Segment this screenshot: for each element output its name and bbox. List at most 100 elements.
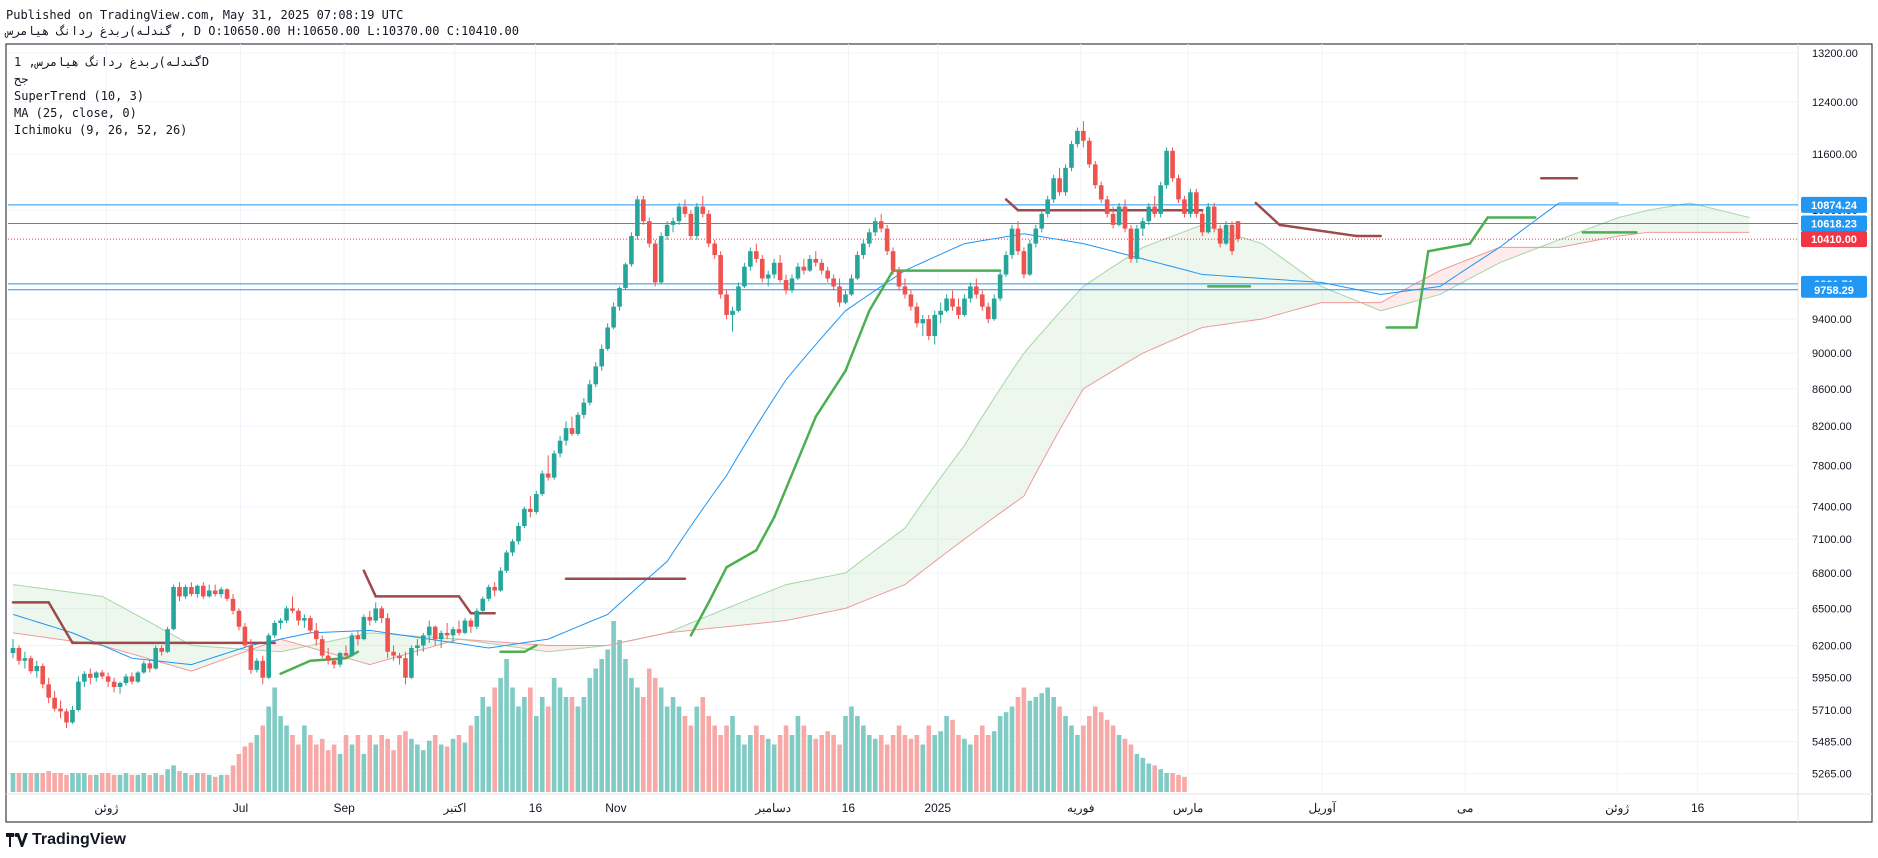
candle-body [468, 620, 474, 627]
price-axis[interactable]: 13200.0012400.0011600.0010800.009400.009… [1812, 48, 1858, 781]
time-axis-label: 16 [842, 801, 856, 815]
legend-indicator-supertrend[interactable]: SuperTrend (10, 3) [14, 88, 209, 105]
candle-body [492, 586, 497, 591]
candle-body [1045, 199, 1050, 214]
time-axis-label: می [1457, 801, 1473, 815]
candle-body [409, 647, 414, 678]
price-axis-label: 7400.00 [1812, 502, 1852, 514]
time-axis-label: اکتبر [443, 801, 467, 815]
last-price-tag-label: 10410.00 [1811, 234, 1857, 246]
price-tag-label: 10618.23 [1811, 219, 1857, 231]
candle-body [1021, 251, 1027, 275]
volume-bar [474, 716, 480, 792]
candle-body [16, 647, 22, 661]
volume-bar [1152, 765, 1158, 792]
volume-bar [212, 776, 218, 792]
candle-body [385, 618, 390, 652]
candle-body [426, 626, 432, 636]
supertrend-segment [1278, 223, 1359, 238]
candle-body [82, 673, 87, 682]
time-axis[interactable]: ژوئن Jul Sep اکتبر 16 Nov دسامبر 16 2025 فوریه مار… [94, 800, 1704, 815]
candle-body [1164, 150, 1169, 186]
volume-bar [533, 716, 539, 792]
candle-body [1223, 224, 1229, 244]
volume-bar [70, 773, 75, 792]
volume-bar [397, 735, 402, 792]
volume-bar [284, 725, 289, 792]
legend-symbol[interactable]: گندله)ربدغ ردانگ هیامرس, 1D [14, 54, 209, 71]
chart[interactable]: 13200.0012400.0011600.0010800.009400.009… [0, 0, 1878, 858]
price-axis-label: 5950.00 [1812, 673, 1852, 685]
candle-body [1152, 206, 1158, 214]
volume-bar [682, 716, 688, 792]
candle-body [165, 629, 170, 652]
volume-bar [337, 754, 343, 792]
candle-body [926, 319, 932, 336]
candle-body [403, 658, 408, 678]
volume-bar [1045, 687, 1050, 792]
volume-bar [932, 735, 938, 792]
volume-bar [373, 744, 379, 792]
volume-bar [759, 735, 765, 792]
volume-bar [1164, 773, 1169, 792]
price-axis-label: 12400.00 [1812, 97, 1858, 109]
price-axis-label: 6200.00 [1812, 640, 1852, 652]
candle-body [979, 294, 985, 307]
volume-bar [831, 735, 836, 792]
candle-body [1087, 140, 1092, 165]
volume-bar [771, 744, 777, 792]
candle-body [706, 213, 712, 244]
volume-bar [670, 697, 676, 792]
volume-bar [230, 765, 236, 792]
candle-body [498, 570, 503, 591]
volume-bar [456, 735, 462, 792]
legend-indicator-ma[interactable]: MA (25, close, 0) [14, 105, 209, 122]
candle-body [260, 660, 266, 678]
volume-bar [878, 735, 884, 792]
candle-body [1069, 144, 1074, 168]
candle-body [105, 676, 111, 682]
candle-body [254, 660, 260, 670]
volume-bar [308, 735, 313, 792]
candle-body [93, 672, 99, 678]
volume-bar [641, 697, 646, 792]
volume-bar [1021, 687, 1027, 792]
time-axis-label: 2025 [924, 801, 951, 815]
candle-body [629, 236, 634, 265]
volume-bar [426, 740, 432, 792]
tradingview-logo[interactable]: TradingView [6, 830, 126, 850]
volume-bar [706, 716, 712, 792]
legend: گندله)ربدغ ردانگ هیامرس, 1D جح SuperTren… [14, 54, 209, 139]
candle-body [593, 366, 599, 385]
volume-bar [367, 735, 373, 792]
volume-bar [296, 744, 301, 792]
volume-bar [920, 744, 926, 792]
candle-body [183, 586, 188, 597]
volume-bar [64, 774, 69, 792]
volume-bar [1027, 700, 1033, 792]
candle-body [58, 708, 63, 712]
candle-body [533, 494, 539, 513]
volume-bar [866, 735, 872, 792]
candle-body [486, 586, 492, 599]
volume-bar [1057, 706, 1062, 792]
volume-bar [813, 738, 819, 792]
candle-body [1235, 221, 1241, 240]
volume-bar [1075, 735, 1080, 792]
volume-bar [575, 706, 581, 792]
legend-indicator-ichimoku[interactable]: Ichimoku (9, 26, 52, 26) [14, 122, 209, 139]
candle-body [308, 618, 313, 631]
volume-bar [979, 725, 985, 792]
volume-bar [1069, 725, 1074, 792]
volume-bar [195, 773, 200, 792]
candle-body [456, 629, 462, 633]
candle-body [70, 710, 75, 723]
volume-bar [52, 773, 57, 792]
volume-bar [242, 746, 248, 792]
price-axis-label: 5710.00 [1812, 705, 1852, 717]
candle-body [135, 672, 141, 682]
candle-body [950, 298, 955, 307]
supertrend-segment [362, 569, 377, 598]
candle-body [1199, 213, 1205, 233]
volume-bar [700, 697, 706, 792]
